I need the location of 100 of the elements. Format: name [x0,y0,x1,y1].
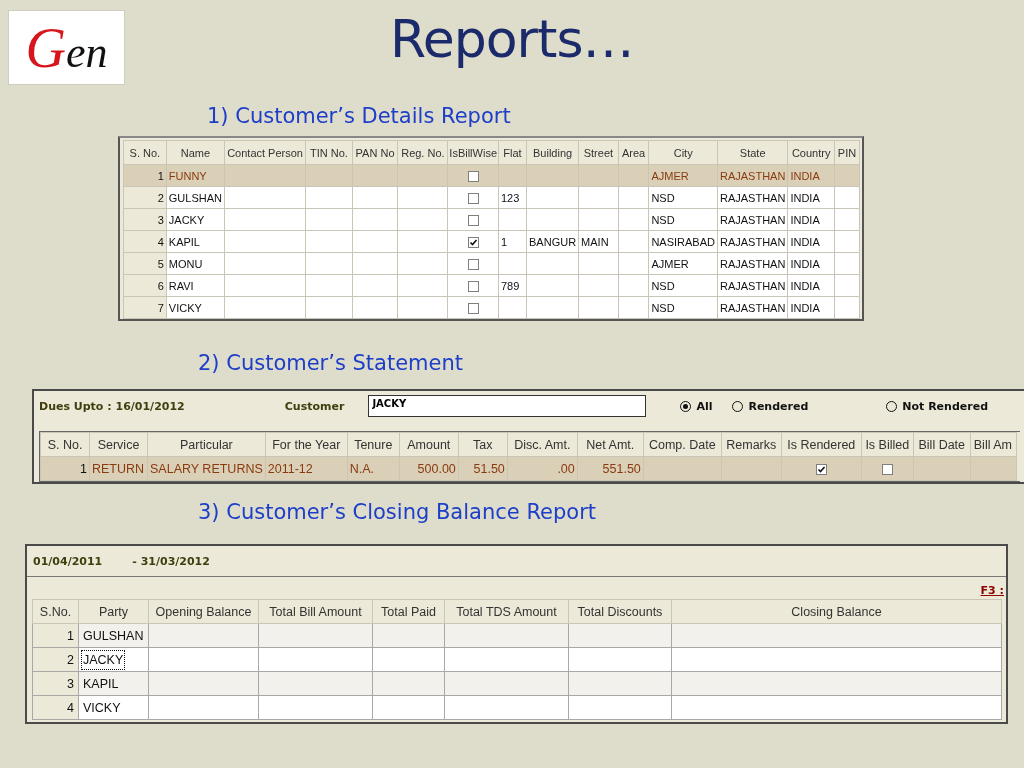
column-header[interactable]: PAN No [352,140,398,165]
table-cell: INDIA [790,213,820,226]
table-cell: RETURN [92,461,145,476]
section-heading: 2) Customer’s Statement [198,350,465,377]
column-header[interactable]: Total Discounts [568,599,672,624]
column-header[interactable]: Street [578,140,619,165]
column-header[interactable]: Is Billed [861,432,914,457]
column-header[interactable]: Total TDS Amount [444,599,569,624]
column-header[interactable]: Opening Balance [148,599,259,624]
table-cell: NSD [651,213,675,226]
row-number: 1 [80,461,87,476]
column-header[interactable]: TIN No. [305,140,353,165]
checkbox[interactable] [467,302,479,314]
section-heading: 3) Customer’s Closing Balance Report [198,499,597,526]
table-cell: 500.00 [417,461,456,476]
table-cell: 551.50 [602,461,641,476]
table-cell: 789 [500,279,520,292]
slide-title: Reports… [390,8,634,71]
column-header[interactable]: S. No. [40,432,90,457]
table-cell: AJMER [651,257,689,270]
column-header[interactable]: Net Amt. [577,432,644,457]
table-cell: NASIRABAD [651,235,715,248]
checkbox[interactable] [467,258,479,270]
column-header[interactable]: Total Paid [372,599,445,624]
table-row[interactable]: 3 JACKY NSD RAJASTHAN INDIA [123,208,860,231]
checkbox[interactable] [467,214,479,226]
column-header[interactable]: Is Rendered [781,432,862,457]
column-header[interactable]: Country [787,140,835,165]
column-header[interactable]: S.No. [32,599,79,624]
table-cell: JACKY [168,213,205,226]
table-row[interactable]: 4 KAPIL 1 BANGUR MAIN NASIRABAD RAJASTHAN INDIA [123,230,860,253]
column-header[interactable]: Particular [147,432,266,457]
column-header[interactable]: Reg. No. [397,140,448,165]
table-cell: KAPIL [168,235,200,248]
checkbox[interactable] [467,236,479,248]
row-number: 6 [157,279,164,292]
column-header[interactable]: Disc. Amt. [507,432,578,457]
column-header[interactable]: City [648,140,718,165]
table-cell: NSD [651,279,675,292]
column-header[interactable]: PIN [834,140,860,165]
column-header[interactable]: Service [89,432,148,457]
customer-field[interactable]: JACKY [368,395,647,417]
row-number: 3 [157,213,164,226]
column-header[interactable]: Contact Person [224,140,306,165]
column-header[interactable]: State [717,140,788,165]
column-header[interactable]: Amount [399,432,459,457]
table-cell: RAJASTHAN [720,257,786,270]
table-cell: 2011-12 [267,461,313,476]
checkbox[interactable] [467,170,479,182]
column-header[interactable]: Name [166,140,225,165]
logo-text: Gen [25,19,108,76]
column-header[interactable]: S. No. [123,140,167,165]
table-row[interactable]: 6 RAVI 789 NSD RAJASTHAN INDIA [123,274,860,297]
table-cell: BANGUR [529,235,577,248]
table-row[interactable]: 2 GULSHAN 123 NSD RAJASTHAN INDIA [123,186,860,209]
customer-label: Customer [284,399,345,413]
table-cell: GULSHAN [168,191,222,204]
column-header[interactable]: Area [618,140,649,165]
table-row[interactable]: 1 RETURN SALARY RETURNS 2011-12 N.A. 500.00 51.50 .00 551.50 [40,456,1017,481]
radio-button[interactable]: Not Rendered [886,399,988,413]
table-row[interactable]: 5 MONU AJMER RAJASTHAN INDIA [123,252,860,275]
table-row[interactable]: 1 FUNNY AJMER RAJASTHAN INDIA [123,164,860,187]
column-header[interactable]: Flat [498,140,527,165]
column-header[interactable]: Party [78,599,149,624]
column-header[interactable]: Bill Am [970,432,1017,457]
table-cell: 1 [500,235,508,248]
column-header[interactable]: Remarks [721,432,782,457]
shortcut-link[interactable]: F3 : [980,584,1004,597]
checkbox[interactable] [467,192,479,204]
table-cell: .00 [557,461,575,476]
table-cell: JACKY [81,649,126,670]
table-cell: RAJASTHAN [720,279,786,292]
table-cell: RAJASTHAN [720,235,786,248]
column-header[interactable]: Tenure [347,432,400,457]
radio-button[interactable]: All [680,399,713,413]
table-cell: RAJASTHAN [720,213,786,226]
row-number: 2 [157,191,164,204]
column-header[interactable]: Building [526,140,579,165]
column-header[interactable]: Tax [458,432,508,457]
table-cell: MONU [168,257,203,270]
column-header[interactable]: Closing Balance [671,599,1002,624]
column-header[interactable]: For the Year [265,432,348,457]
row-number: 1 [157,169,164,182]
table-cell: INDIA [790,191,820,204]
column-header[interactable]: IsBillWise [447,140,499,165]
table-cell: NSD [651,301,675,314]
table-cell: RAJASTHAN [720,191,786,204]
row-number: 4 [157,235,164,248]
table-cell: INDIA [790,235,820,248]
checkbox[interactable] [467,280,479,292]
radio-button[interactable]: Rendered [732,399,809,413]
table-row[interactable]: 7 VICKY NSD RAJASTHAN INDIA [123,296,860,319]
table-cell-text: KAPIL [82,675,120,693]
table-cell: 51.50 [473,461,505,476]
column-header[interactable]: Total Bill Amount [258,599,373,624]
table-cell: FUNNY [168,169,207,182]
checkbox[interactable] [881,463,893,475]
column-header[interactable]: Comp. Date [643,432,722,457]
column-header[interactable]: Bill Date [913,432,971,457]
checkbox[interactable] [815,463,827,475]
